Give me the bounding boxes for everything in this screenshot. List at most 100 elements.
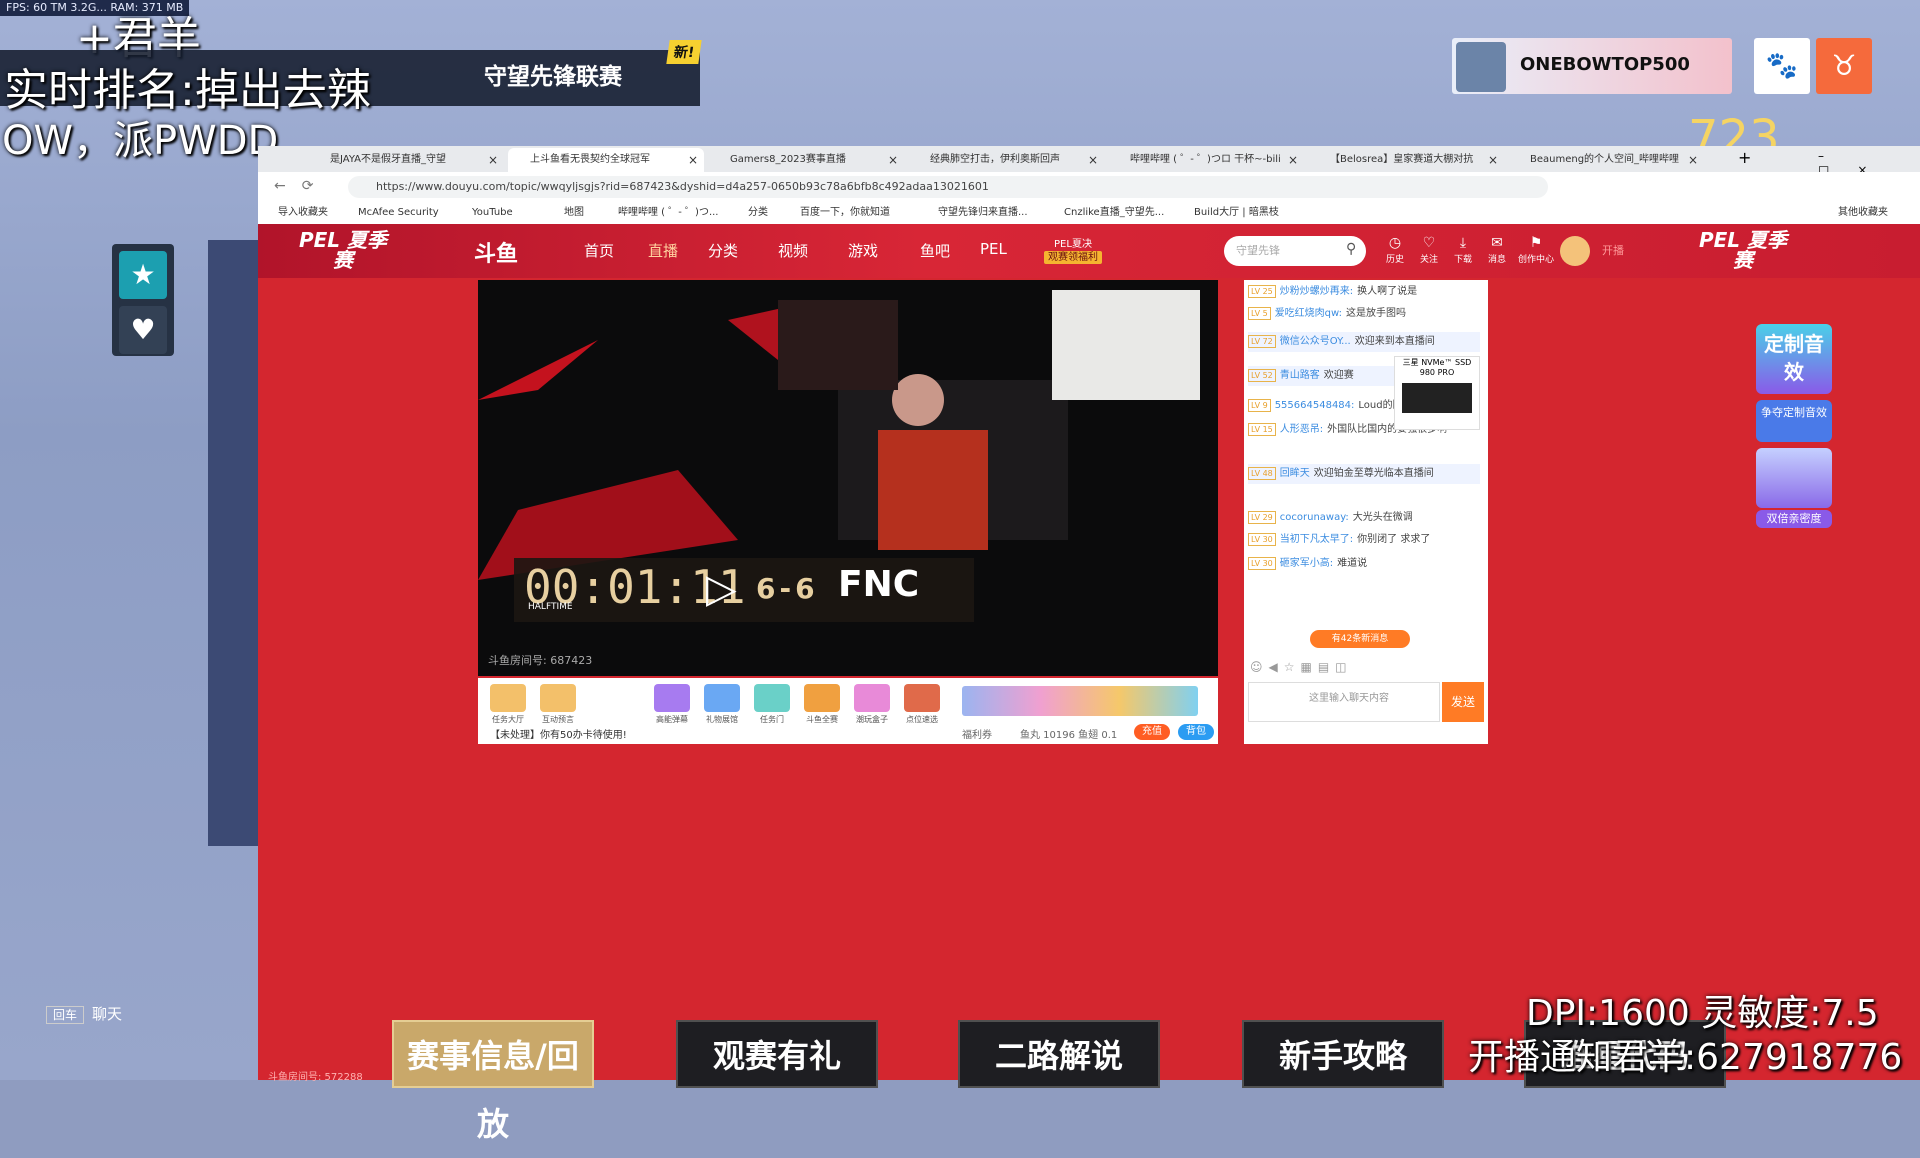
bookmark[interactable]: 导入收藏夹 bbox=[278, 202, 328, 224]
gift-item[interactable]: 互动预言 bbox=[540, 684, 576, 725]
new-badge: 新! bbox=[666, 40, 703, 64]
new-tab-icon[interactable]: + bbox=[1738, 148, 1751, 167]
nav-video[interactable]: 视频 bbox=[778, 240, 808, 261]
download-icon[interactable]: ⤓ 下载 bbox=[1448, 234, 1478, 265]
gift-item[interactable]: 潮玩盒子 bbox=[854, 684, 890, 725]
chat-message: LV 48 回眸天 欢迎铂金至尊光临本直播间 bbox=[1248, 464, 1480, 484]
browser-tab[interactable]: 【Belosrea】皇家赛道大棚对抗 × bbox=[1308, 148, 1504, 172]
bookmark[interactable]: 分类 bbox=[748, 202, 768, 224]
webcam-feed bbox=[1052, 290, 1200, 400]
bookmark[interactable]: 其他收藏夹 bbox=[1838, 202, 1888, 224]
go-live-button[interactable]: 开播 bbox=[1602, 242, 1624, 258]
chat-message: LV 5 爱吃红烧肉qw: 这是放手图吗 bbox=[1248, 304, 1480, 324]
close-icon: × bbox=[1687, 153, 1698, 167]
halftime-label: HALFTIME bbox=[528, 602, 573, 612]
close-icon: × bbox=[487, 153, 498, 167]
gift-item[interactable]: 点位速选 bbox=[904, 684, 940, 725]
bookmark[interactable]: 地图 bbox=[564, 202, 584, 224]
second-commentary-button[interactable]: 二路解说 bbox=[958, 1020, 1160, 1088]
chat-panel: LV 25 炒粉炒螺炒再来: 换人啊了说是 LV 5 爱吃红烧肉qw: 这是放手图吗 L… bbox=[1244, 280, 1488, 744]
search-input[interactable]: 守望先锋 bbox=[1224, 236, 1366, 266]
douyu-logo[interactable]: 斗鱼 bbox=[474, 236, 518, 268]
top-user-name: ONEBOWTOP500 bbox=[1520, 54, 1690, 75]
gift-item[interactable]: 任务大厅 bbox=[490, 684, 526, 725]
chat-message: LV 29 cocorunaway: 大光头在微调 bbox=[1248, 508, 1480, 528]
recharge-button[interactable]: 充值 bbox=[1134, 724, 1170, 740]
heart-hand-icon[interactable]: ♥ bbox=[119, 306, 167, 354]
nav-yuba[interactable]: 鱼吧 bbox=[920, 240, 950, 261]
history-icon[interactable]: ◷ 历史 bbox=[1380, 234, 1410, 265]
close-icon: × bbox=[1087, 153, 1098, 167]
browser-tab-active[interactable]: 上斗鱼看无畏契约全球冠军 × bbox=[508, 148, 704, 172]
star-icon[interactable]: ★ bbox=[119, 251, 167, 299]
browser-tab[interactable]: 经典肺空打击，伊利奥斯回声 × bbox=[908, 148, 1104, 172]
browser-tab[interactable]: 是JAYA不是假牙直播_守望 × bbox=[308, 148, 504, 172]
bookmark[interactable]: 守望先锋归来直播... bbox=[938, 202, 1028, 224]
video-player[interactable]: 00:01:11 HALFTIME ▷ 6-6 FNC 斗鱼房间号: 68742… bbox=[478, 280, 1218, 676]
task-text[interactable]: 【未处理】你有50办卡待使用! bbox=[490, 726, 627, 741]
paw-icon[interactable]: 🐾 bbox=[1754, 38, 1810, 94]
nav-pel[interactable]: PEL bbox=[980, 240, 1007, 258]
close-icon: × bbox=[1487, 153, 1498, 167]
notify-text: 开播通知君羊:627918776 bbox=[1468, 1037, 1903, 1078]
send-button[interactable]: 发送 bbox=[1442, 682, 1484, 722]
vehicle-icon[interactable] bbox=[1756, 448, 1832, 508]
beginner-guide-button[interactable]: 新手攻略 bbox=[1242, 1020, 1444, 1088]
pel-logo-right[interactable]: PEL 夏季赛 bbox=[1698, 230, 1788, 272]
search-icon[interactable]: ⚲ bbox=[1346, 241, 1356, 257]
bookmark[interactable]: Build大厅 | 暗黑枝 bbox=[1194, 202, 1279, 224]
avatar[interactable] bbox=[1560, 236, 1590, 266]
bookmark[interactable]: Cnzlike直播_守望先... bbox=[1064, 202, 1164, 224]
room-id: 斗鱼房间号: 687423 bbox=[488, 654, 593, 667]
bookmark[interactable]: McAfee Security bbox=[358, 202, 439, 224]
close-icon: × bbox=[1287, 153, 1298, 167]
compete-promo[interactable]: 争夺定制音效 bbox=[1756, 400, 1832, 442]
gift-strip[interactable] bbox=[962, 686, 1198, 716]
new-messages-button[interactable]: 有42条新消息 bbox=[1310, 630, 1410, 648]
gift-item[interactable]: 斗鱼全赛 bbox=[804, 684, 840, 725]
browser-tab[interactable]: Beaumeng的个人空间_哔哩哔哩 × bbox=[1508, 148, 1704, 172]
backpack-button[interactable]: 背包 bbox=[1178, 724, 1214, 740]
message-icon[interactable]: ✉ 消息 bbox=[1482, 234, 1512, 265]
medal-icon[interactable]: ♉ bbox=[1816, 38, 1872, 94]
bookmark[interactable]: 哔哩哔哩 ( ゜- ゜)つ... bbox=[618, 202, 718, 224]
creator-icon[interactable]: ⚑ 创作中心 bbox=[1516, 234, 1556, 265]
match-info-button[interactable]: 赛事信息/回放 bbox=[392, 1020, 594, 1143]
pel-promo[interactable]: PEL夏决 观赛领福利 bbox=[1044, 238, 1102, 264]
browser-tab[interactable]: Gamers8_2023赛事直播 × bbox=[708, 148, 904, 172]
chat-message: LV 30 砸家军小高: 难道说 bbox=[1248, 554, 1480, 574]
match-score: 6-6 bbox=[756, 572, 819, 605]
gift-item[interactable]: 任务门 bbox=[754, 684, 790, 725]
url-field[interactable]: https://www.douyu.com/topic/wwqyljsgjs?r… bbox=[348, 176, 1548, 198]
chat-tools-icon[interactable]: ☺◀☆▦▤◫ bbox=[1250, 660, 1353, 674]
nav-live[interactable]: 直播 bbox=[648, 240, 678, 261]
double-intimacy-promo[interactable]: 双倍亲密度 bbox=[1756, 510, 1832, 528]
ssd-ad[interactable]: 三星 NVMe™ SSD 980 PRO bbox=[1394, 356, 1480, 430]
custom-sound-promo[interactable]: 定制音效 bbox=[1756, 324, 1832, 394]
pel-logo-left[interactable]: PEL 夏季赛 bbox=[298, 230, 388, 272]
bookmark[interactable]: YouTube bbox=[472, 202, 513, 224]
close-icon: × bbox=[687, 153, 698, 167]
douyu-header: PEL 夏季赛 斗鱼 首页 直播 分类 视频 游戏 鱼吧 PEL PEL夏决 观赛… bbox=[258, 224, 1920, 278]
chat-label: 回车 聊天 bbox=[46, 1003, 122, 1024]
chat-message: LV 25 炒粉炒螺炒再来: 换人啊了说是 bbox=[1248, 282, 1480, 302]
browser-tab[interactable]: 哔哩哔哩 ( ゜- ゜)つロ 干杯~-bili × bbox=[1108, 148, 1304, 172]
nav-arrows-icon[interactable]: ←⟳ bbox=[274, 178, 329, 194]
nav-game[interactable]: 游戏 bbox=[848, 240, 878, 261]
fish-info: 鱼丸 10196 鱼翅 0.1 bbox=[1020, 730, 1118, 741]
bookmarks-bar: 导入收藏夹 McAfee Security YouTube 地图 哔哩哔哩 ( … bbox=[258, 202, 1920, 225]
bookmark[interactable]: 百度一下，你就知道 bbox=[800, 202, 890, 224]
side-buttons: ★ ♥ bbox=[112, 244, 174, 356]
watch-reward-button[interactable]: 观赛有礼 bbox=[676, 1020, 878, 1088]
welfare-link[interactable]: 福利券 bbox=[962, 726, 992, 741]
nav-home[interactable]: 首页 bbox=[584, 240, 614, 261]
follow-icon[interactable]: ♡ 关注 bbox=[1414, 234, 1444, 265]
chat-message: LV 30 当初下凡太早了: 你别闭了 求求了 bbox=[1248, 530, 1480, 550]
chat-message: LV 72 微信公众号OY... 欢迎来到本直播间 bbox=[1248, 332, 1480, 352]
chat-input[interactable]: 这里输入聊天内容 bbox=[1248, 682, 1440, 722]
gift-item[interactable]: 高能弹幕 bbox=[654, 684, 690, 725]
address-bar: ←⟳ https://www.douyu.com/topic/wwqyljsgj… bbox=[258, 172, 1920, 203]
left-card bbox=[208, 240, 258, 846]
gift-item[interactable]: 礼物展馆 bbox=[704, 684, 740, 725]
nav-category[interactable]: 分类 bbox=[708, 240, 738, 261]
